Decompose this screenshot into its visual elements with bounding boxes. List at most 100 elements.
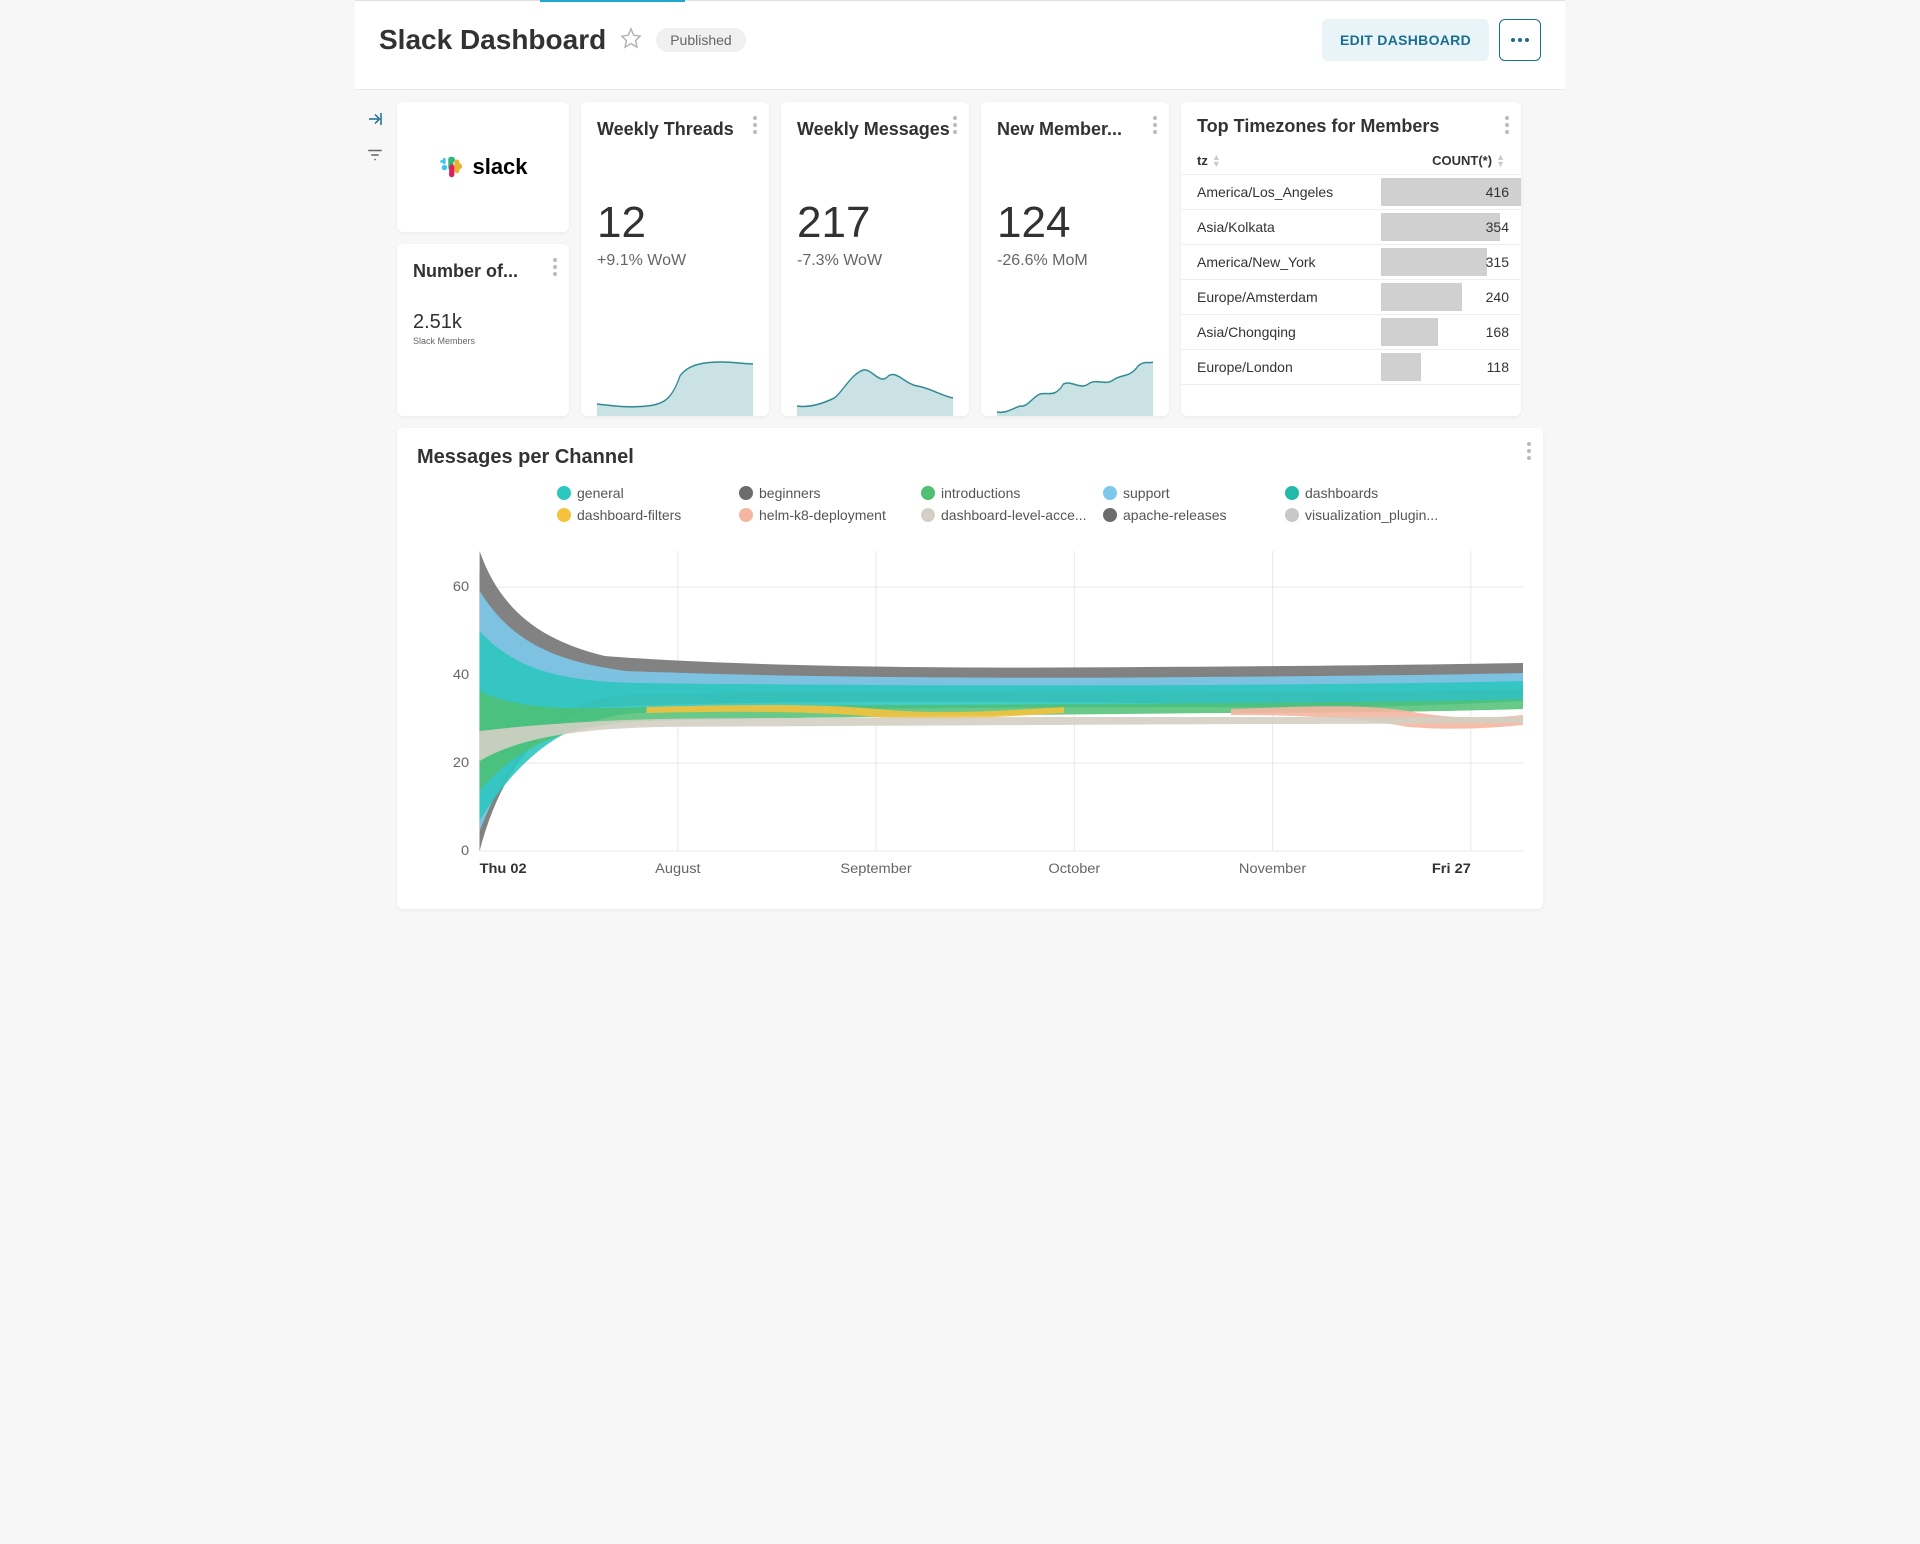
legend-swatch xyxy=(1103,508,1117,522)
favorite-star-icon[interactable] xyxy=(620,27,642,54)
tz-value: 118 xyxy=(1487,359,1509,375)
tz-name: America/New_York xyxy=(1181,254,1381,270)
tz-bar xyxy=(1381,318,1438,346)
legend-item[interactable]: dashboards xyxy=(1285,485,1455,501)
table-row: Europe/Amsterdam240 xyxy=(1181,280,1521,315)
table-row: America/New_York 315 xyxy=(1181,245,1521,280)
table-row: Asia/Kolkata 354 xyxy=(1181,210,1521,245)
card-menu-icon[interactable] xyxy=(553,258,557,276)
chart-plot-area: 0 20 40 60 Thu 02 August September Octob… xyxy=(417,531,1523,891)
members-sublabel: Slack Members xyxy=(413,336,553,346)
stat-value: 12 xyxy=(597,198,753,248)
legend-item[interactable]: dashboard-level-acce... xyxy=(921,507,1091,523)
svg-text:October: October xyxy=(1048,861,1100,877)
dashboard-header: Slack Dashboard Published EDIT DASHBOARD xyxy=(355,1,1565,90)
stat-change: -7.3% WoW xyxy=(797,252,953,270)
weekly-threads-card: Weekly Threads 12 +9.1% WoW xyxy=(581,102,769,416)
legend-swatch xyxy=(739,508,753,522)
table-row: Asia/Chongqing 168 xyxy=(1181,315,1521,350)
tz-value: 416 xyxy=(1486,184,1509,200)
left-sidebar xyxy=(355,90,395,931)
legend-swatch xyxy=(1103,486,1117,500)
column-count[interactable]: COUNT(*) xyxy=(1432,153,1492,168)
tz-count-cell: 168 xyxy=(1381,315,1521,349)
members-card: Number of... 2.51k Slack Members xyxy=(397,244,569,416)
legend-label: visualization_plugin... xyxy=(1305,507,1438,523)
expand-panel-icon[interactable] xyxy=(366,110,384,128)
sort-icon[interactable]: ▲▼ xyxy=(1212,154,1221,167)
legend-label: apache-releases xyxy=(1123,507,1227,523)
svg-text:September: September xyxy=(840,861,912,877)
sparkline xyxy=(797,356,953,416)
legend-item[interactable]: dashboard-filters xyxy=(557,507,727,523)
legend-item[interactable]: helm-k8-deployment xyxy=(739,507,909,523)
table-row: Europe/London 118 xyxy=(1181,350,1521,385)
legend-item[interactable]: introductions xyxy=(921,485,1091,501)
stat-change: -26.6% MoM xyxy=(997,252,1153,270)
svg-text:0: 0 xyxy=(461,843,469,859)
legend-item[interactable]: visualization_plugin... xyxy=(1285,507,1455,523)
timezones-title: Top Timezones for Members xyxy=(1181,116,1521,149)
sort-icon[interactable]: ▲▼ xyxy=(1496,154,1505,167)
svg-text:August: August xyxy=(655,861,700,877)
tz-value: 315 xyxy=(1486,254,1509,270)
legend-item[interactable]: general xyxy=(557,485,727,501)
messages-per-channel-card: Messages per Channel general beginners int… xyxy=(397,428,1543,909)
legend-item[interactable]: apache-releases xyxy=(1103,507,1273,523)
slack-logo-icon xyxy=(438,153,466,181)
card-menu-icon[interactable] xyxy=(1153,116,1157,134)
legend-swatch xyxy=(739,486,753,500)
legend-swatch xyxy=(557,508,571,522)
card-menu-icon[interactable] xyxy=(953,116,957,134)
tz-value: 168 xyxy=(1486,324,1509,340)
legend-swatch xyxy=(1285,508,1299,522)
tz-name: Europe/Amsterdam xyxy=(1181,289,1381,305)
chart-title: Messages per Channel xyxy=(417,446,1523,469)
stat-value: 124 xyxy=(997,198,1153,248)
slack-logo-card: slack xyxy=(397,102,569,232)
members-title: Number of... xyxy=(413,260,553,283)
dots-horizontal-icon xyxy=(1511,38,1529,42)
sparkline xyxy=(997,356,1153,416)
tz-bar xyxy=(1381,353,1421,381)
stat-title: Weekly Threads xyxy=(597,118,753,166)
tz-value: 354 xyxy=(1486,219,1509,235)
legend-swatch xyxy=(921,486,935,500)
legend-label: introductions xyxy=(941,485,1020,501)
tz-name: Asia/Kolkata xyxy=(1181,219,1381,235)
slack-logo-text: slack xyxy=(472,154,527,180)
tz-count-cell: 118 xyxy=(1381,350,1521,384)
tz-bar xyxy=(1381,213,1500,241)
svg-text:60: 60 xyxy=(453,579,469,595)
tz-name: Asia/Chongqing xyxy=(1181,324,1381,340)
tz-bar xyxy=(1381,248,1487,276)
status-badge: Published xyxy=(656,28,746,52)
legend-item[interactable]: support xyxy=(1103,485,1273,501)
tz-count-cell: 354 xyxy=(1381,210,1521,244)
more-actions-button[interactable] xyxy=(1499,19,1541,61)
card-menu-icon[interactable] xyxy=(1527,442,1531,460)
legend-label: beginners xyxy=(759,485,821,501)
legend-label: general xyxy=(577,485,624,501)
legend-item[interactable]: beginners xyxy=(739,485,909,501)
tz-name: Europe/London xyxy=(1181,359,1381,375)
card-menu-icon[interactable] xyxy=(1505,116,1509,134)
members-value: 2.51k xyxy=(413,311,553,334)
legend-label: support xyxy=(1123,485,1170,501)
tz-bar xyxy=(1381,283,1462,311)
svg-text:40: 40 xyxy=(453,667,469,683)
filter-icon[interactable] xyxy=(366,146,384,164)
svg-text:Fri 27: Fri 27 xyxy=(1432,861,1471,877)
tz-name: America/Los_Angeles xyxy=(1181,184,1381,200)
page-title: Slack Dashboard xyxy=(379,24,606,56)
sparkline xyxy=(597,356,753,416)
card-menu-icon[interactable] xyxy=(753,116,757,134)
timezones-table-body: America/Los_Angeles 416 Asia/Kolkata 354 Ame… xyxy=(1181,175,1521,385)
legend-swatch xyxy=(921,508,935,522)
column-tz[interactable]: tz xyxy=(1197,153,1208,168)
svg-text:November: November xyxy=(1239,861,1307,877)
timezones-table-header: tz ▲▼ COUNT(*) ▲▼ xyxy=(1181,149,1521,175)
table-row: America/Los_Angeles 416 xyxy=(1181,175,1521,210)
edit-dashboard-button[interactable]: EDIT DASHBOARD xyxy=(1322,19,1489,61)
tz-count-cell: 240 xyxy=(1381,280,1521,314)
